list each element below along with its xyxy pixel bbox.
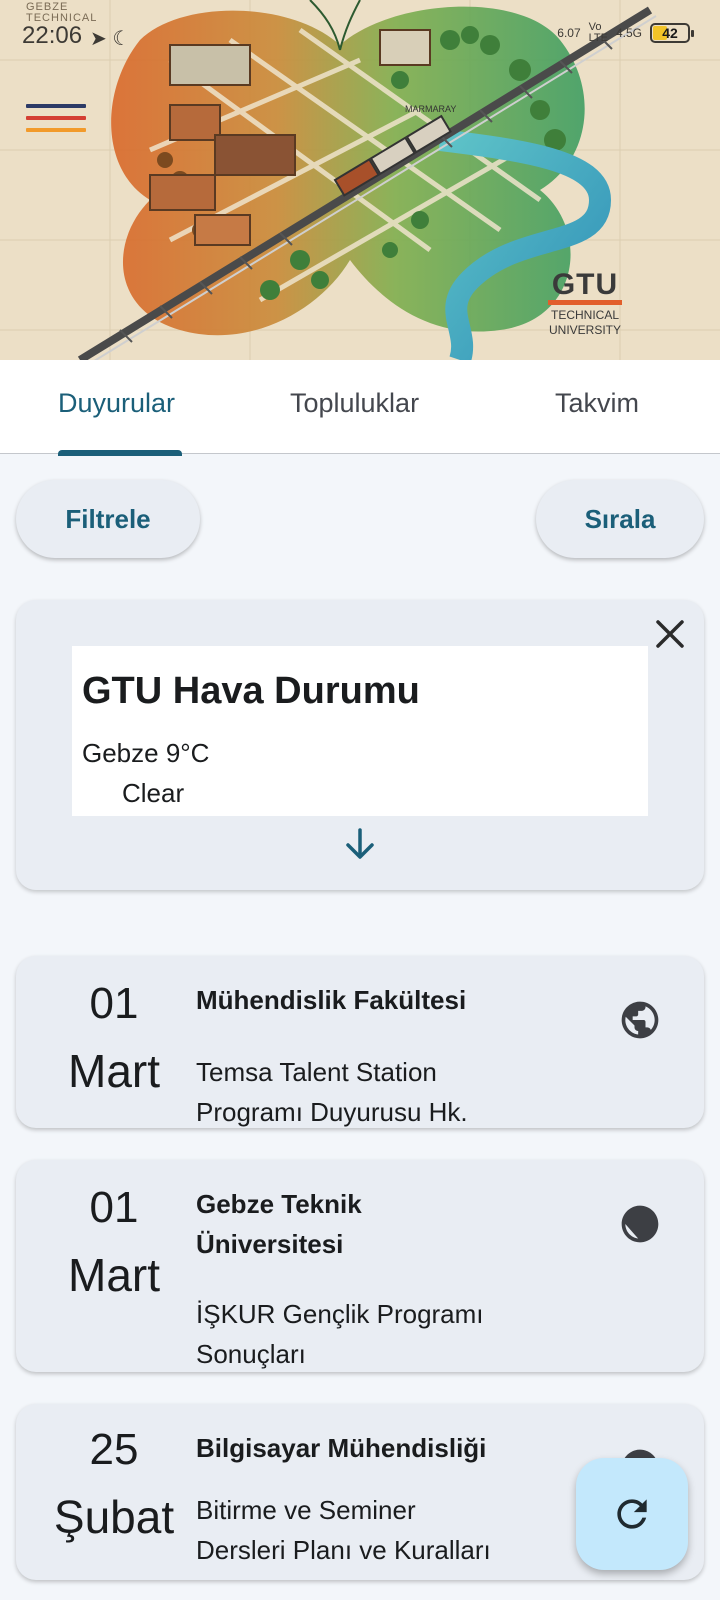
weather-content: GTU Hava Durumu Gebze 9°C Clear bbox=[72, 646, 648, 816]
announcement-title: İŞKUR Gençlik Programı Sonuçları bbox=[196, 1299, 484, 1369]
arrow-down-icon[interactable] bbox=[340, 824, 380, 864]
weather-condition: Clear bbox=[122, 778, 185, 808]
status-time: 22:06 bbox=[22, 22, 83, 49]
announcement-date: 01 Mart bbox=[16, 978, 212, 1098]
status-indicators: 6.07 Vo LTE 4.5G 42 bbox=[557, 21, 694, 44]
announcement-title: Temsa Talent Station Programı Duyurusu H… bbox=[196, 1057, 468, 1127]
tab-duyurular[interactable]: Duyurular bbox=[58, 388, 175, 419]
globe-icon[interactable] bbox=[618, 1202, 662, 1246]
header-banner: MARMARAY GEBZE TECHNICAL 22:06 ➤ ☾ 6.07 … bbox=[0, 0, 720, 360]
weather-title: GTU Hava Durumu bbox=[82, 670, 420, 712]
date-day: 01 bbox=[89, 979, 139, 1028]
announcement-source: Bilgisayar Mühendisliği bbox=[196, 1433, 487, 1463]
announcement-title: Bitirme ve Seminer Dersleri Planı ve Kur… bbox=[196, 1495, 491, 1565]
tab-bar: Duyurular Topluluklar Takvim bbox=[0, 360, 720, 456]
date-month: Şubat bbox=[53, 1491, 175, 1543]
close-icon[interactable] bbox=[650, 614, 690, 654]
tab-topluluklar[interactable]: Topluluklar bbox=[290, 388, 419, 419]
date-day: 01 bbox=[89, 1183, 139, 1232]
weather-city-temp: Gebze 9°C bbox=[82, 738, 210, 768]
date-month: Mart bbox=[68, 1249, 160, 1301]
weather-card: GTU Hava Durumu Gebze 9°C Clear bbox=[16, 600, 704, 890]
signal-indicator: 4.5G bbox=[615, 26, 642, 40]
gtu-logo: GTU TECHNICAL UNIVERSITY bbox=[548, 268, 622, 337]
filter-button[interactable]: Filtrele bbox=[16, 480, 200, 558]
globe-icon[interactable] bbox=[618, 998, 662, 1042]
status-bar: GEBZE TECHNICAL 22:06 ➤ ☾ 6.07 Vo LTE 4.… bbox=[0, 0, 720, 64]
announcement-source: Gebze Teknik Üniversitesi bbox=[196, 1189, 362, 1259]
battery-icon: 42 bbox=[650, 23, 694, 43]
announcement-source: Mühendislik Fakültesi bbox=[196, 985, 467, 1015]
active-tab-indicator bbox=[58, 450, 182, 456]
status-brand: GEBZE TECHNICAL bbox=[26, 1, 98, 24]
volte-indicator: Vo LTE bbox=[588, 21, 608, 44]
date-day: 25 bbox=[89, 1425, 139, 1474]
announcement-date: 25 Şubat bbox=[16, 1424, 212, 1544]
date-month: Mart bbox=[68, 1045, 160, 1097]
notification-icons: ➤ ☾ bbox=[90, 28, 131, 50]
map-label: MARMARAY bbox=[405, 104, 456, 114]
refresh-button[interactable] bbox=[576, 1458, 688, 1570]
announcement-card[interactable]: 01 Mart Mühendislik Fakültesi Temsa Tale… bbox=[16, 956, 704, 1128]
refresh-icon bbox=[617, 1499, 647, 1529]
tab-takvim[interactable]: Takvim bbox=[555, 388, 639, 419]
sort-button[interactable]: Sırala bbox=[536, 480, 704, 558]
hamburger-menu-icon[interactable] bbox=[26, 104, 86, 140]
announcement-date: 01 Mart bbox=[16, 1182, 212, 1302]
net-speed: 6.07 bbox=[557, 26, 581, 40]
announcement-card[interactable]: 01 Mart Gebze Teknik Üniversitesi İŞKUR … bbox=[16, 1160, 704, 1372]
